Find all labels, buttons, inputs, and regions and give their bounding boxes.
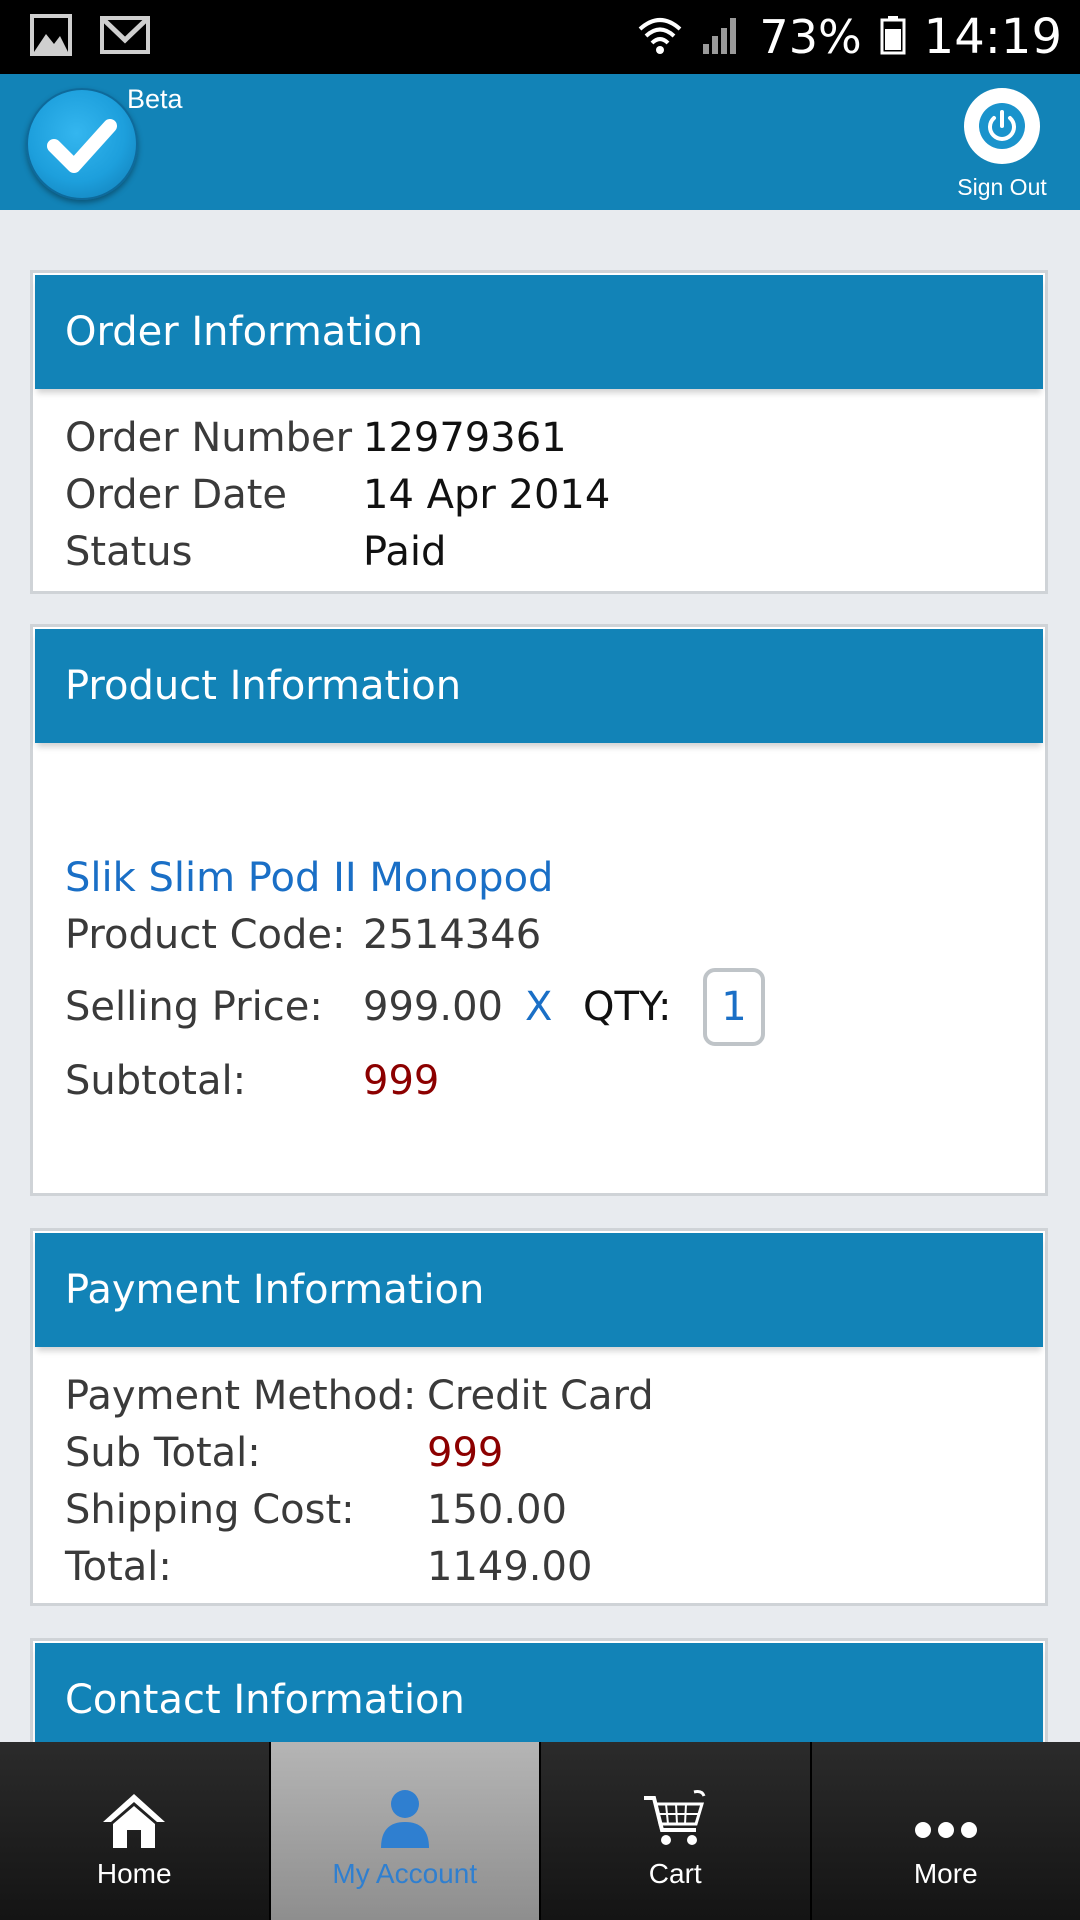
sign-out-button[interactable]: Sign Out: [952, 88, 1052, 201]
shipping-cost-value: 150.00: [427, 1486, 567, 1533]
user-icon: [375, 1780, 435, 1850]
payment-method-value: Credit Card: [427, 1372, 654, 1419]
status-bar: 73% 14:19: [0, 0, 1080, 74]
gallery-icon: [30, 14, 72, 60]
nav-more-label: More: [913, 1858, 978, 1889]
shipping-cost-label: Shipping Cost:: [65, 1486, 355, 1533]
order-date-row: Order Date 14 Apr 2014: [65, 466, 1045, 523]
payment-information-card: Payment Information Payment Method: Cred…: [30, 1228, 1048, 1606]
payment-method-row: Payment Method: Credit Card: [65, 1367, 1045, 1424]
payment-information-header: Payment Information: [35, 1233, 1043, 1347]
wifi-icon: [637, 15, 683, 59]
product-name-row: Slik Slim Pod II Monopod: [65, 849, 1045, 906]
payment-information-title: Payment Information: [65, 1267, 485, 1313]
sign-out-label: Sign Out: [957, 174, 1047, 200]
subtotal-value: 999: [363, 1058, 440, 1104]
product-information-title: Product Information: [65, 663, 462, 709]
order-date-value: 14 Apr 2014: [363, 471, 611, 518]
product-information-header: Product Information: [35, 629, 1043, 743]
shipping-cost-row: Shipping Cost: 150.00: [65, 1481, 1045, 1538]
app-logo[interactable]: [26, 88, 138, 200]
order-number-label: Order Number: [65, 414, 353, 461]
nav-home-label: Home: [96, 1858, 172, 1889]
home-icon: [99, 1780, 169, 1850]
payment-subtotal-row: Sub Total: 999: [65, 1424, 1045, 1481]
signal-icon: [701, 16, 741, 58]
qty-label: QTY:: [583, 984, 672, 1030]
cart-icon: [640, 1780, 710, 1850]
nav-cart[interactable]: Cart: [541, 1742, 812, 1920]
order-information-title: Order Information: [65, 309, 423, 355]
payment-subtotal-value: 999: [427, 1429, 504, 1476]
total-value: 1149.00: [427, 1543, 593, 1590]
payment-method-label: Payment Method:: [65, 1372, 417, 1419]
total-row: Total: 1149.00: [65, 1538, 1045, 1595]
nav-my-account[interactable]: My Account: [270, 1742, 541, 1920]
selling-price-label: Selling Price:: [65, 984, 323, 1030]
order-number-row: Order Number 12979361: [65, 409, 1045, 466]
subtotal-label: Subtotal:: [65, 1058, 247, 1104]
power-icon: [964, 88, 1040, 164]
selling-price-value: 999.00: [363, 984, 503, 1030]
beta-label: Beta: [127, 84, 183, 114]
more-icon: [911, 1780, 981, 1850]
clock: 14:19: [923, 9, 1062, 65]
checkmark-icon: [47, 119, 117, 173]
nav-home[interactable]: Home: [0, 1742, 271, 1920]
contact-information-header: Contact Information: [35, 1643, 1043, 1757]
order-information-header: Order Information: [35, 275, 1043, 389]
nav-more[interactable]: More: [812, 1742, 1080, 1920]
order-information-card: Order Information Order Number 12979361 …: [30, 270, 1048, 594]
contact-information-title: Contact Information: [65, 1677, 465, 1723]
nav-my-account-label: My Account: [332, 1858, 478, 1889]
selling-price-row: Selling Price: 999.00 X QTY: 1: [65, 963, 1045, 1051]
order-date-label: Order Date: [65, 471, 287, 518]
order-status-label: Status: [65, 528, 193, 575]
battery-percent: 73%: [759, 10, 862, 64]
bottom-nav: Home My Account Cart More: [0, 1742, 1080, 1920]
product-code-label: Product Code:: [65, 911, 346, 958]
total-label: Total:: [65, 1543, 172, 1590]
product-information-card: Product Information Slik Slim Pod II Mon…: [30, 624, 1048, 1196]
app-bar: Beta Sign Out: [0, 74, 1080, 210]
gmail-icon: [100, 14, 150, 60]
product-code-value: 2514346: [363, 911, 542, 958]
battery-icon: [880, 15, 906, 59]
nav-cart-label: Cart: [648, 1858, 702, 1889]
order-number-value: 12979361: [363, 414, 567, 461]
subtotal-row: Subtotal: 999: [65, 1051, 1045, 1111]
payment-subtotal-label: Sub Total:: [65, 1429, 261, 1476]
product-name-link[interactable]: Slik Slim Pod II Monopod: [65, 855, 553, 901]
product-code-row: Product Code: 2514346: [65, 906, 1045, 963]
order-status-value: Paid: [363, 528, 447, 575]
qty-field[interactable]: 1: [703, 968, 765, 1046]
times-symbol: X: [525, 984, 553, 1030]
order-status-row: Status Paid: [65, 523, 1045, 580]
